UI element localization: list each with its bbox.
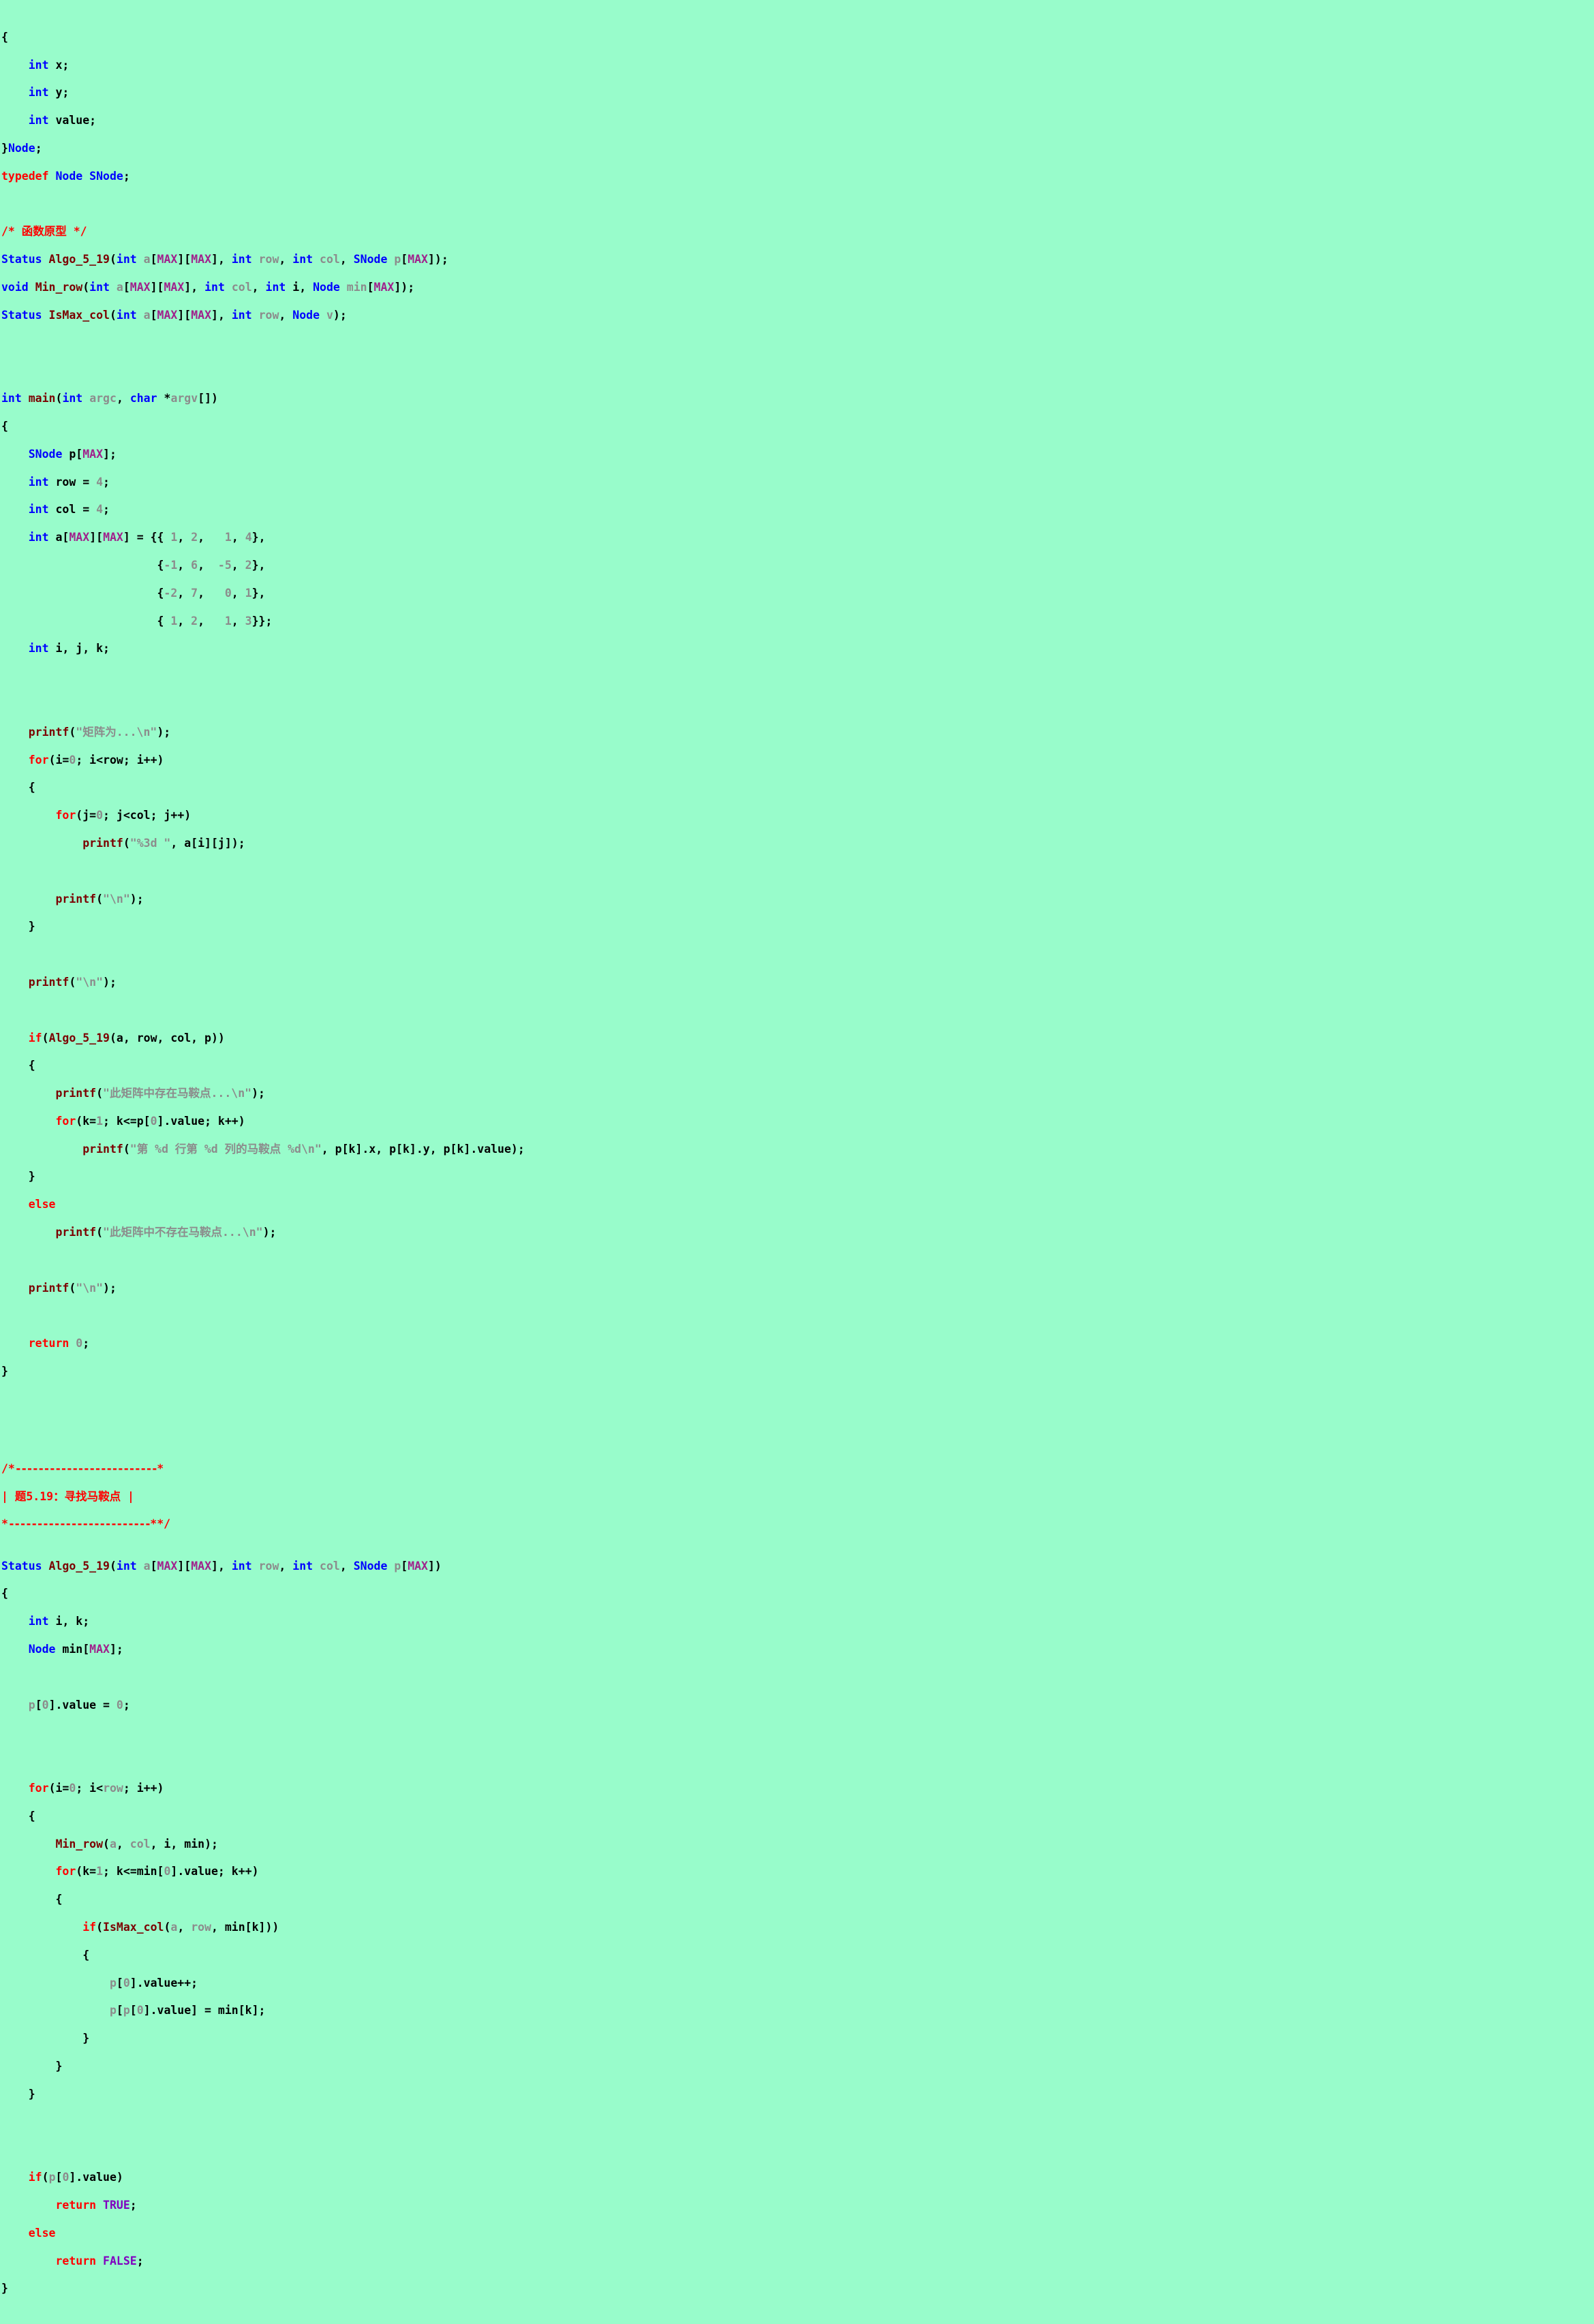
code-line: for(k=1; k<=p[0].value; k++) — [55, 1114, 245, 1128]
code-line: { — [1, 30, 8, 44]
string-fmt-3d: "%3d " — [129, 836, 171, 850]
code-line: printf("第 %d 行第 %d 列的马鞍点 %d\n", p[k].x, … — [82, 1142, 525, 1156]
code-line: } — [1, 2087, 35, 2101]
code-line: int main(int argc, char *argv[]) — [1, 392, 218, 405]
code-line: if(Algo_5_19(a, row, col, p)) — [28, 1031, 225, 1044]
code-line: } — [1, 920, 35, 933]
code-line: printf("此矩阵中不存在马鞍点...\n"); — [55, 1226, 277, 1239]
string-newline: "\n" — [76, 1281, 104, 1295]
code-line: if(IsMax_col(a, row, min[k])) — [82, 1921, 279, 1934]
code-line: int y; — [28, 86, 70, 99]
code-line: p[0].value = 0; — [28, 1698, 130, 1711]
code-listing: { int x; int y; int value; }Node; typede… — [0, 0, 525, 2324]
code-line: int x; — [28, 58, 70, 72]
code-line: else — [28, 2226, 56, 2240]
value-row: 4 — [96, 475, 104, 489]
banner-bottom-border: *-------------------------**/ — [1, 1517, 171, 1531]
code-line: printf("\n"); — [28, 975, 117, 989]
code-line: { — [1, 1948, 90, 1962]
code-line: typedef Node SNode; — [1, 169, 130, 183]
code-line: void Min_row(int a[MAX][MAX], int col, i… — [1, 280, 415, 294]
code-line: printf("此矩阵中存在马鞍点...\n"); — [55, 1087, 265, 1100]
comment-prototypes: /* 函数原型 */ — [1, 225, 525, 238]
code-line: Status Algo_5_19(int a[MAX][MAX], int ro… — [1, 253, 448, 266]
string-newline: "\n" — [103, 892, 130, 905]
code-line: { — [1, 1893, 63, 1906]
code-line: { — [1, 781, 35, 794]
code-line: int value; — [28, 114, 97, 127]
string-saddle-not-exists: "此矩阵中不存在马鞍点...\n" — [103, 1226, 263, 1239]
banner-top-border: /*-------------------------* — [1, 1461, 164, 1475]
code-line: { — [1, 1587, 8, 1600]
code-line: Node min[MAX]; — [28, 1643, 123, 1656]
string-saddle-exists: "此矩阵中存在马鞍点...\n" — [103, 1087, 252, 1100]
code-line: int i, j, k; — [28, 642, 110, 655]
code-line: int col = 4; — [28, 503, 110, 516]
code-line: { — [1, 419, 8, 433]
code-line: {-2, 7, 0, 1}, — [1, 586, 266, 600]
code-line: SNode p[MAX]; — [28, 447, 117, 461]
code-line: p[0].value++; — [109, 1976, 198, 1989]
code-line: { — [1, 1809, 35, 1823]
code-line: } — [1, 1365, 8, 1378]
code-line: int i, k; — [28, 1615, 90, 1628]
code-line: {-1, 6, -5, 2}, — [1, 558, 266, 572]
code-line: for(j=0; j<col; j++) — [55, 809, 191, 822]
code-line: } — [1, 2060, 63, 2073]
code-line: Status Algo_5_19(int a[MAX][MAX], int ro… — [1, 1559, 442, 1572]
code-line: int row = 4; — [28, 475, 110, 489]
code-line: return FALSE; — [55, 2254, 144, 2267]
banner-close-marker: */ — [157, 1517, 171, 1531]
string-saddle-detail: "第 %d 行第 %d 列的马鞍点 %d\n" — [129, 1142, 322, 1156]
value-col: 4 — [96, 503, 104, 516]
banner-open-marker: /* — [1, 1461, 15, 1475]
code-line: else — [28, 1198, 56, 1211]
code-line: return 0; — [28, 1337, 90, 1350]
code-line: }Node; — [1, 142, 42, 155]
string-newline: "\n" — [76, 975, 104, 989]
code-line: } — [1, 2032, 90, 2045]
code-line: Status IsMax_col(int a[MAX][MAX], int ro… — [1, 308, 347, 322]
code-line: printf("\n"); — [28, 1281, 117, 1295]
comment-text: /* 函数原型 */ — [1, 225, 87, 238]
banner-title-row: | 题5.19：寻找马鞍点 | — [1, 1489, 134, 1503]
string-matrix-is: "矩阵为...\n" — [76, 725, 157, 739]
code-line: int a[MAX][MAX] = {{ 1, 2, 1, 4}, — [28, 531, 266, 544]
code-line: { 1, 2, 1, 3}}; — [1, 614, 273, 628]
code-line: printf("\n"); — [55, 892, 144, 905]
code-line: } — [1, 2282, 8, 2295]
code-line: return TRUE; — [55, 2198, 137, 2212]
code-line: Min_row(a, col, i, min); — [55, 1837, 218, 1850]
code-line: for(k=1; k<=min[0].value; k++) — [55, 1865, 259, 1878]
code-line: for(i=0; i<row; i++) — [28, 1782, 164, 1795]
code-line: printf("%3d ", a[i][j]); — [82, 836, 245, 850]
code-line: if(p[0].value) — [28, 2171, 123, 2184]
banner-title: 题5.19：寻找马鞍点 — [14, 1489, 121, 1503]
code-line: printf("矩阵为...\n"); — [28, 725, 171, 739]
code-line: for(i=0; i<row; i++) — [28, 753, 164, 766]
code-line: } — [1, 1170, 35, 1183]
code-line: p[p[0].value] = min[k]; — [109, 2004, 266, 2017]
code-line: { — [1, 1059, 35, 1072]
